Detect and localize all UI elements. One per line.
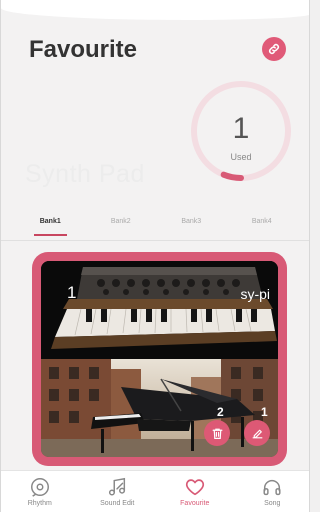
nav-song[interactable]: Song	[234, 471, 310, 512]
tab-bank4[interactable]: Bank4	[227, 212, 298, 236]
grand-piano-image	[41, 359, 278, 457]
tab-bank3[interactable]: Bank3	[156, 212, 227, 236]
nav-sound-edit-label: Sound Edit	[100, 500, 135, 507]
slot-sound-name: sy-pi	[240, 286, 270, 302]
synthesizer-image	[41, 261, 278, 359]
nav-favourite-label: Favourite	[180, 500, 210, 507]
current-bank-name: Synth Pad	[25, 160, 145, 188]
top-edge	[1, 0, 309, 20]
link-button[interactable]	[262, 37, 286, 61]
pencil-icon	[252, 429, 262, 438]
heart-icon	[185, 479, 204, 496]
edit-button[interactable]	[244, 420, 270, 446]
app-screen: Favourite 1 Used Synth Pad Bank1 Bank2 B…	[0, 0, 310, 512]
slot-number: 1	[67, 283, 77, 302]
usage-label: Used	[230, 152, 252, 162]
page-title: Favourite	[29, 36, 138, 63]
nav-rhythm[interactable]: Rhythm	[1, 471, 79, 512]
delete-count: 2	[217, 405, 224, 419]
music-note-icon	[109, 477, 126, 496]
link-icon	[268, 43, 280, 55]
edit-count: 1	[261, 405, 268, 419]
usage-count: 1	[232, 112, 250, 145]
favourite-slot-card[interactable]: 1 sy-pi 2 1	[32, 252, 287, 466]
trash-icon	[212, 428, 222, 439]
nav-song-label: Song	[264, 500, 281, 507]
tab-bank2[interactable]: Bank2	[86, 212, 157, 236]
bottom-navigation: Rhythm Sound Edit Favourite Song	[1, 470, 310, 512]
tab-divider	[1, 240, 309, 241]
slot-images: 1 sy-pi 2 1	[41, 261, 278, 457]
tab-bank1[interactable]: Bank1	[15, 212, 86, 236]
headphones-icon	[263, 479, 281, 496]
delete-button[interactable]	[204, 420, 230, 446]
rhythm-icon	[30, 478, 49, 497]
nav-rhythm-label: Rhythm	[27, 500, 52, 507]
bank-tabs: Bank1 Bank2 Bank3 Bank4	[15, 212, 297, 236]
nav-favourite[interactable]: Favourite	[156, 471, 234, 512]
nav-sound-edit[interactable]: Sound Edit	[79, 471, 157, 512]
